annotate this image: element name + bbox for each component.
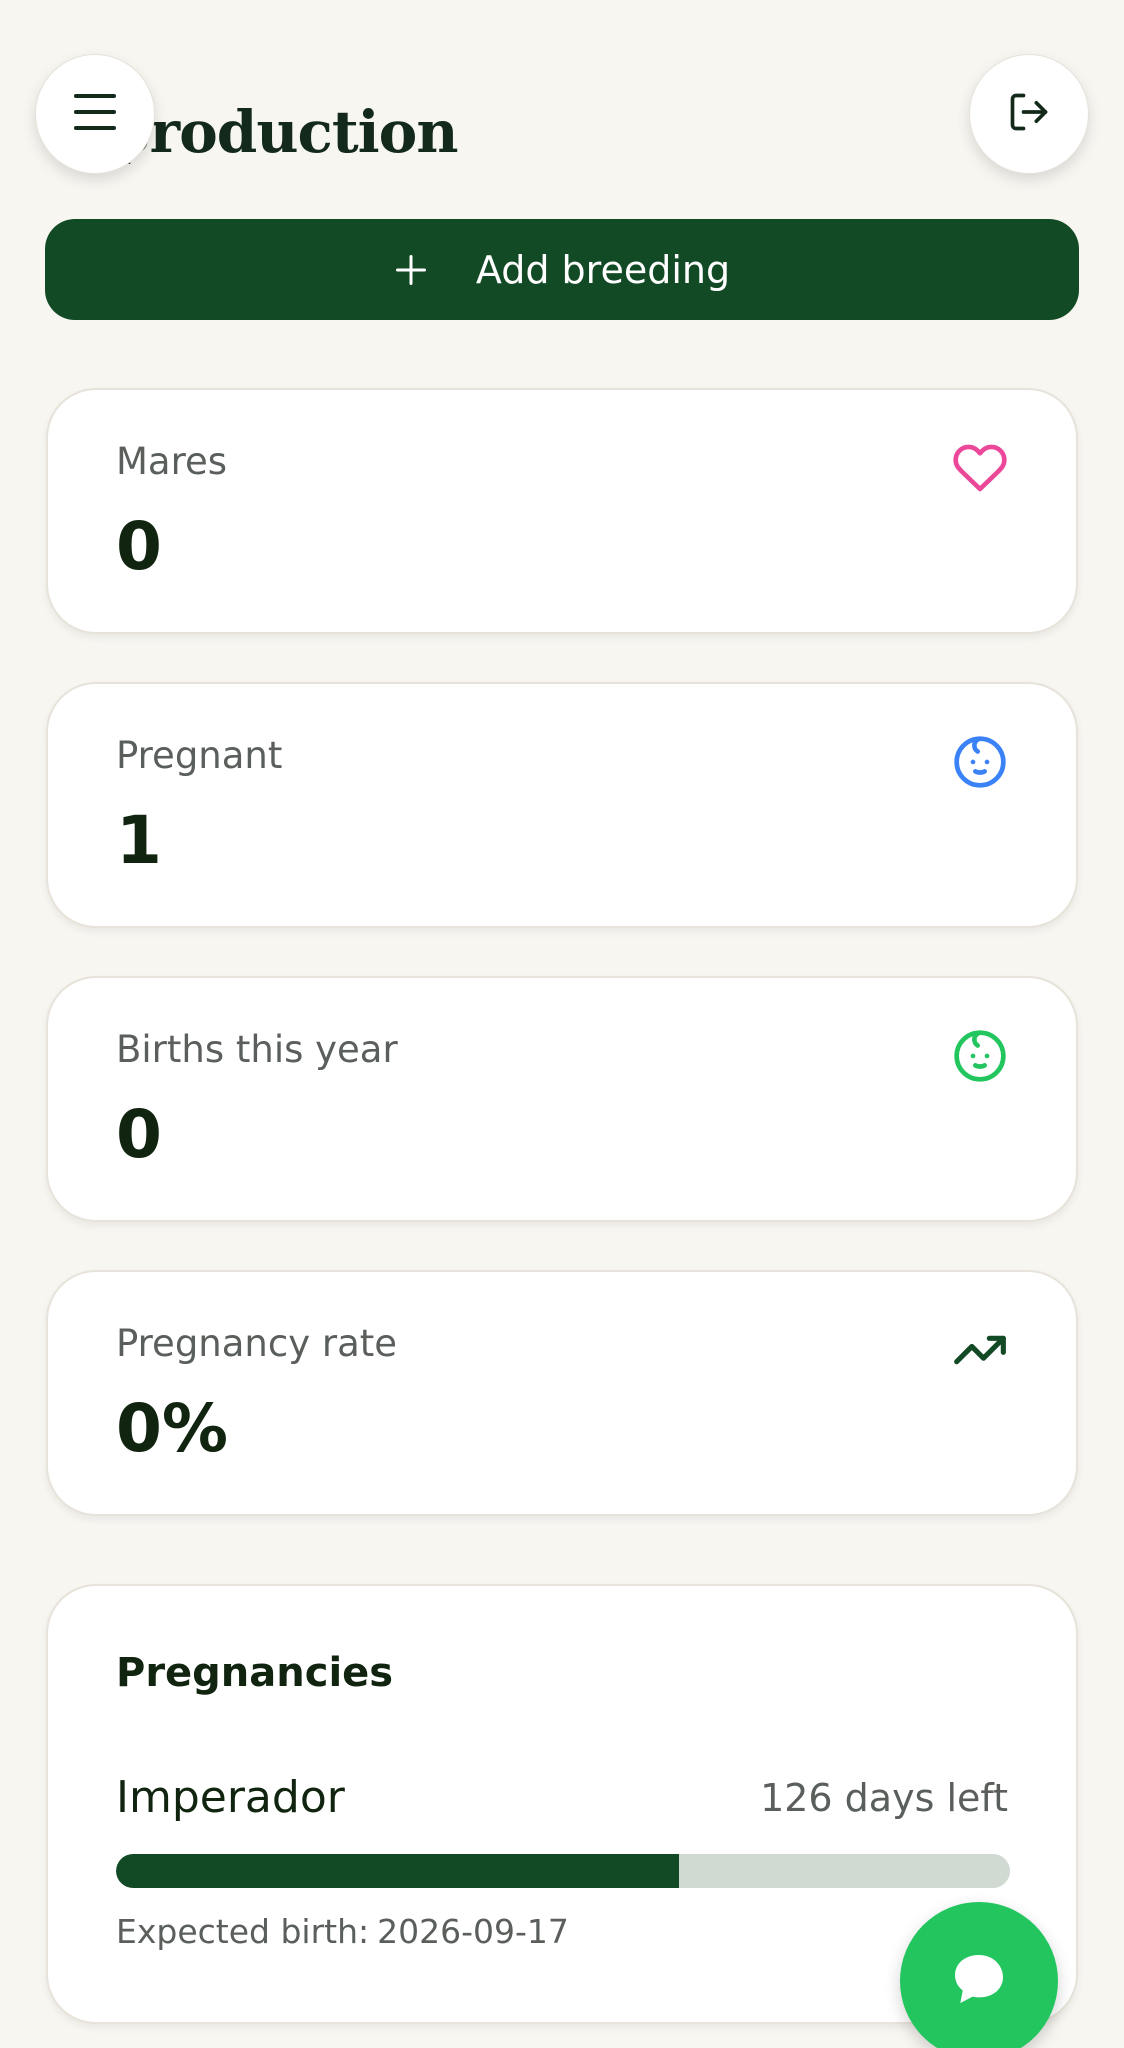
expected-birth-label: Expected birth: bbox=[116, 1912, 370, 1951]
add-breeding-button[interactable]: Add breeding bbox=[45, 219, 1079, 320]
add-breeding-label: Add breeding bbox=[475, 247, 731, 292]
pregnancy-progress-bar bbox=[116, 1854, 1010, 1888]
stat-value: 0 bbox=[116, 1096, 162, 1173]
logout-icon bbox=[1007, 90, 1051, 138]
chat-bubble-icon bbox=[947, 1947, 1011, 2015]
logout-button[interactable] bbox=[969, 54, 1089, 174]
stat-label: Mares bbox=[116, 440, 228, 483]
stat-value: 0 bbox=[116, 508, 162, 585]
expected-birth-date: 2026-09-17 bbox=[377, 1912, 569, 1951]
trending-up-icon bbox=[952, 1322, 1008, 1378]
pregnancy-progress-fill bbox=[116, 1854, 680, 1888]
stat-value: 0% bbox=[116, 1390, 229, 1467]
stat-label: Pregnancy rate bbox=[116, 1322, 398, 1365]
stat-label: Pregnant bbox=[116, 734, 283, 777]
expected-birth: Expected birth: 2026-09-17 bbox=[116, 1912, 569, 1951]
stat-card-mares: Mares 0 bbox=[46, 388, 1078, 634]
pregnancy-horse-name[interactable]: Imperador bbox=[116, 1772, 345, 1823]
baby-icon bbox=[952, 734, 1008, 790]
menu-icon bbox=[72, 92, 118, 136]
stat-card-pregnant: Pregnant 1 bbox=[46, 682, 1078, 928]
chat-button[interactable] bbox=[900, 1902, 1058, 2048]
pregnancy-days-left: 126 days left bbox=[760, 1776, 1008, 1820]
stat-card-births: Births this year 0 bbox=[46, 976, 1078, 1222]
stat-label: Births this year bbox=[116, 1028, 398, 1071]
baby-icon bbox=[952, 1028, 1008, 1084]
page-title: production bbox=[110, 98, 459, 166]
pregnancies-title: Pregnancies bbox=[116, 1650, 394, 1696]
heart-icon bbox=[952, 440, 1008, 496]
stat-value: 1 bbox=[116, 802, 162, 879]
plus-icon bbox=[394, 253, 428, 287]
stat-card-pregnancy-rate: Pregnancy rate 0% bbox=[46, 1270, 1078, 1516]
menu-button[interactable] bbox=[35, 54, 155, 174]
